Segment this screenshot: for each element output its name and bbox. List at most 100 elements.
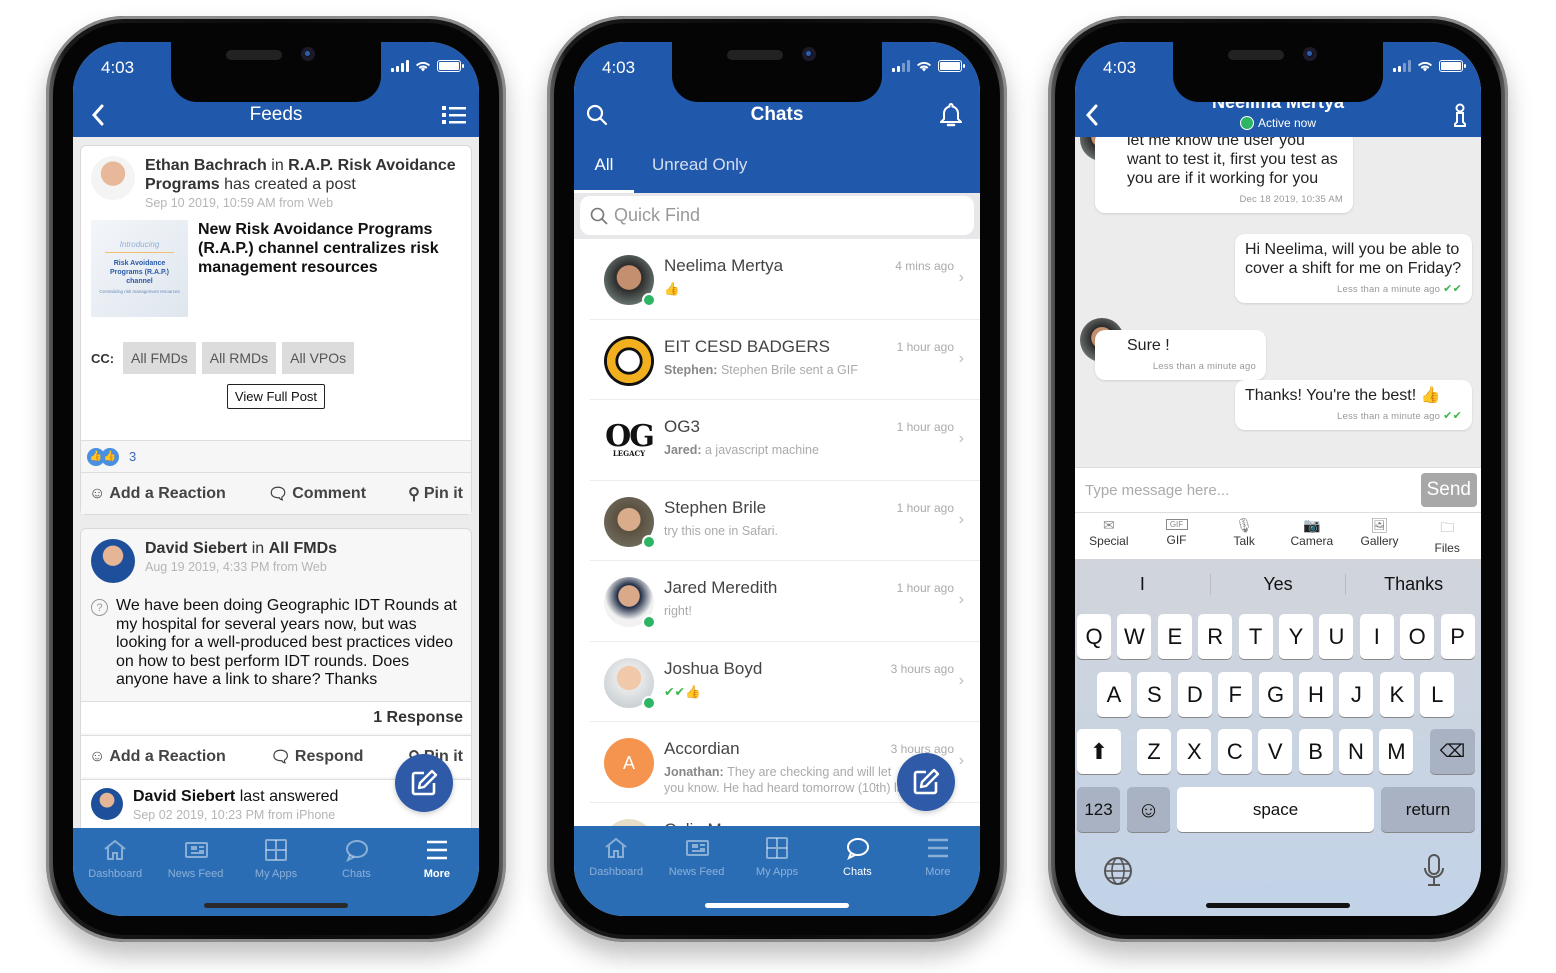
post-author[interactable]: David Siebert	[145, 540, 247, 557]
notifications-button[interactable]	[936, 100, 966, 130]
tab-unread-only[interactable]: Unread Only	[634, 155, 747, 193]
key-i[interactable]: I	[1359, 614, 1394, 659]
key-v[interactable]: V	[1258, 729, 1293, 774]
chat-row[interactable]: Neelima Mertya 👍 4 mins ago ›	[590, 239, 980, 320]
post-headline[interactable]: New Risk Avoidance Programs (R.A.P.) cha…	[198, 220, 461, 317]
key-x[interactable]: X	[1177, 729, 1212, 774]
key-g[interactable]: G	[1258, 672, 1293, 717]
new-chat-button[interactable]	[897, 753, 955, 811]
conversation-screen: 4:03 Neelima Mertya Active now let me kn…	[1075, 42, 1481, 916]
quick-find-input[interactable]: Quick Find	[580, 196, 974, 235]
key-k[interactable]: K	[1379, 672, 1414, 717]
dictation-key[interactable]	[1422, 853, 1446, 892]
responses-count[interactable]: 1 Response	[81, 701, 471, 733]
notch	[1173, 42, 1383, 102]
key-o[interactable]: O	[1400, 614, 1435, 659]
wifi-icon	[917, 61, 931, 72]
attach-special-button[interactable]: ✉ Special	[1075, 513, 1143, 559]
return-key[interactable]: return	[1381, 787, 1475, 832]
space-key[interactable]: space	[1177, 787, 1374, 832]
key-p[interactable]: P	[1440, 614, 1475, 659]
chat-bubble-icon	[346, 840, 369, 862]
key-n[interactable]: N	[1339, 729, 1373, 774]
chevron-right-icon: ›	[958, 430, 964, 447]
question-icon: ?	[91, 599, 108, 616]
attach-files-button[interactable]: 🗀 Files	[1413, 513, 1481, 559]
attach-gif-button[interactable]: GIF GIF	[1143, 513, 1211, 559]
key-j[interactable]: J	[1339, 672, 1374, 717]
tab-all[interactable]: All	[574, 155, 634, 193]
chat-preview: Jared: a javascript machine	[664, 443, 819, 457]
key-u[interactable]: U	[1319, 614, 1354, 659]
key-w[interactable]: W	[1117, 614, 1152, 659]
post-author-line: David Siebert in All FMDs	[145, 540, 338, 557]
shift-key[interactable]: ⬆	[1077, 729, 1121, 774]
attach-talk-button[interactable]: 🎙 Talk	[1210, 513, 1278, 559]
suggestion[interactable]: I	[1075, 573, 1211, 595]
attach-camera-button[interactable]: 📷 Camera	[1278, 513, 1346, 559]
contact-info-button[interactable]	[1445, 100, 1475, 130]
info-icon	[1454, 103, 1466, 127]
key-r[interactable]: R	[1198, 614, 1233, 659]
hamburger-icon	[927, 838, 948, 858]
key-z[interactable]: Z	[1137, 729, 1171, 774]
compose-button[interactable]	[395, 754, 453, 812]
suggestion[interactable]: Thanks	[1346, 574, 1481, 595]
key-f[interactable]: F	[1218, 672, 1253, 717]
add-reaction-button[interactable]: ☺ Add a Reaction	[89, 485, 226, 503]
key-b[interactable]: B	[1298, 729, 1333, 774]
home-indicator[interactable]	[204, 903, 348, 908]
comment-button[interactable]: 🗨 Comment	[268, 484, 366, 504]
chat-row[interactable]: EIT CESD BADGERS Stephen: Stephen Brile s…	[590, 320, 980, 400]
post-thumbnail[interactable]: Introducing Risk Avoidance Programs (R.A…	[91, 220, 188, 317]
key-s[interactable]: S	[1137, 672, 1172, 717]
tab-more[interactable]: More	[898, 826, 978, 916]
backspace-key[interactable]: ⌫	[1430, 729, 1475, 774]
numbers-key[interactable]: 123	[1077, 787, 1120, 832]
notch	[171, 42, 381, 102]
reactions-summary[interactable]: 👍 👍 3	[81, 440, 471, 472]
chat-timestamp: 3 hours ago	[890, 661, 954, 676]
attach-gallery-button[interactable]: 🖼 Gallery	[1346, 513, 1414, 559]
post-channel[interactable]: All FMDs	[269, 540, 337, 557]
phone-conversation: 4:03 Neelima Mertya Active now let me kn…	[1048, 16, 1508, 942]
notch	[672, 42, 882, 102]
tab-dashboard[interactable]: Dashboard	[75, 828, 155, 916]
respond-button[interactable]: 🗨 Respond	[271, 747, 364, 767]
keyboard: I Yes Thanks QWERTYUIOPASDFGHJKLZXCVBNM …	[1075, 559, 1481, 916]
tab-more[interactable]: More	[397, 828, 477, 916]
chat-row[interactable]: Joshua Boyd ✔✔👍 3 hours ago ›	[590, 642, 980, 722]
key-y[interactable]: Y	[1279, 614, 1313, 659]
home-indicator[interactable]	[705, 903, 849, 908]
view-full-post-button[interactable]: View Full Post	[226, 384, 326, 409]
home-indicator[interactable]	[1206, 903, 1350, 908]
key-c[interactable]: C	[1217, 729, 1252, 774]
key-d[interactable]: D	[1177, 672, 1212, 717]
chat-row[interactable]: OG LEGACY OG3 Jared: a javascript machine 1 …	[590, 400, 980, 481]
list-menu-button[interactable]	[439, 100, 469, 130]
chat-row[interactable]: Stephen Brile try this one in Safari. 1 ho…	[590, 481, 980, 561]
feeds-screen: 4:03 Feeds Ethan Bachrach in R.A.P. Risk…	[73, 42, 479, 916]
globe-key[interactable]	[1103, 856, 1133, 891]
cc-chip[interactable]: All RMDs	[201, 342, 277, 374]
emoji-key[interactable]: ☺	[1127, 787, 1170, 832]
tab-dashboard[interactable]: Dashboard	[576, 826, 656, 916]
key-q[interactable]: Q	[1077, 614, 1111, 659]
key-h[interactable]: H	[1299, 672, 1333, 717]
key-m[interactable]: M	[1379, 729, 1414, 774]
message-input[interactable]: Type message here...	[1085, 482, 1421, 499]
key-l[interactable]: L	[1420, 672, 1455, 717]
predictive-bar: I Yes Thanks	[1075, 559, 1481, 609]
key-a[interactable]: A	[1097, 672, 1131, 717]
pin-button[interactable]: ⚲Pin it	[408, 484, 463, 504]
post-author[interactable]: Ethan Bachrach	[145, 157, 267, 174]
avatar	[91, 539, 135, 583]
key-e[interactable]: E	[1157, 614, 1192, 659]
chat-row[interactable]: Jared Meredith right! 1 hour ago ›	[590, 561, 980, 642]
add-reaction-button[interactable]: ☺ Add a Reaction	[89, 748, 226, 766]
key-t[interactable]: T	[1238, 614, 1273, 659]
cc-chip[interactable]: All FMDs	[123, 342, 196, 374]
send-button[interactable]: Send	[1420, 473, 1477, 507]
cc-chip[interactable]: All VPOs	[282, 342, 355, 374]
suggestion[interactable]: Yes	[1211, 573, 1347, 595]
